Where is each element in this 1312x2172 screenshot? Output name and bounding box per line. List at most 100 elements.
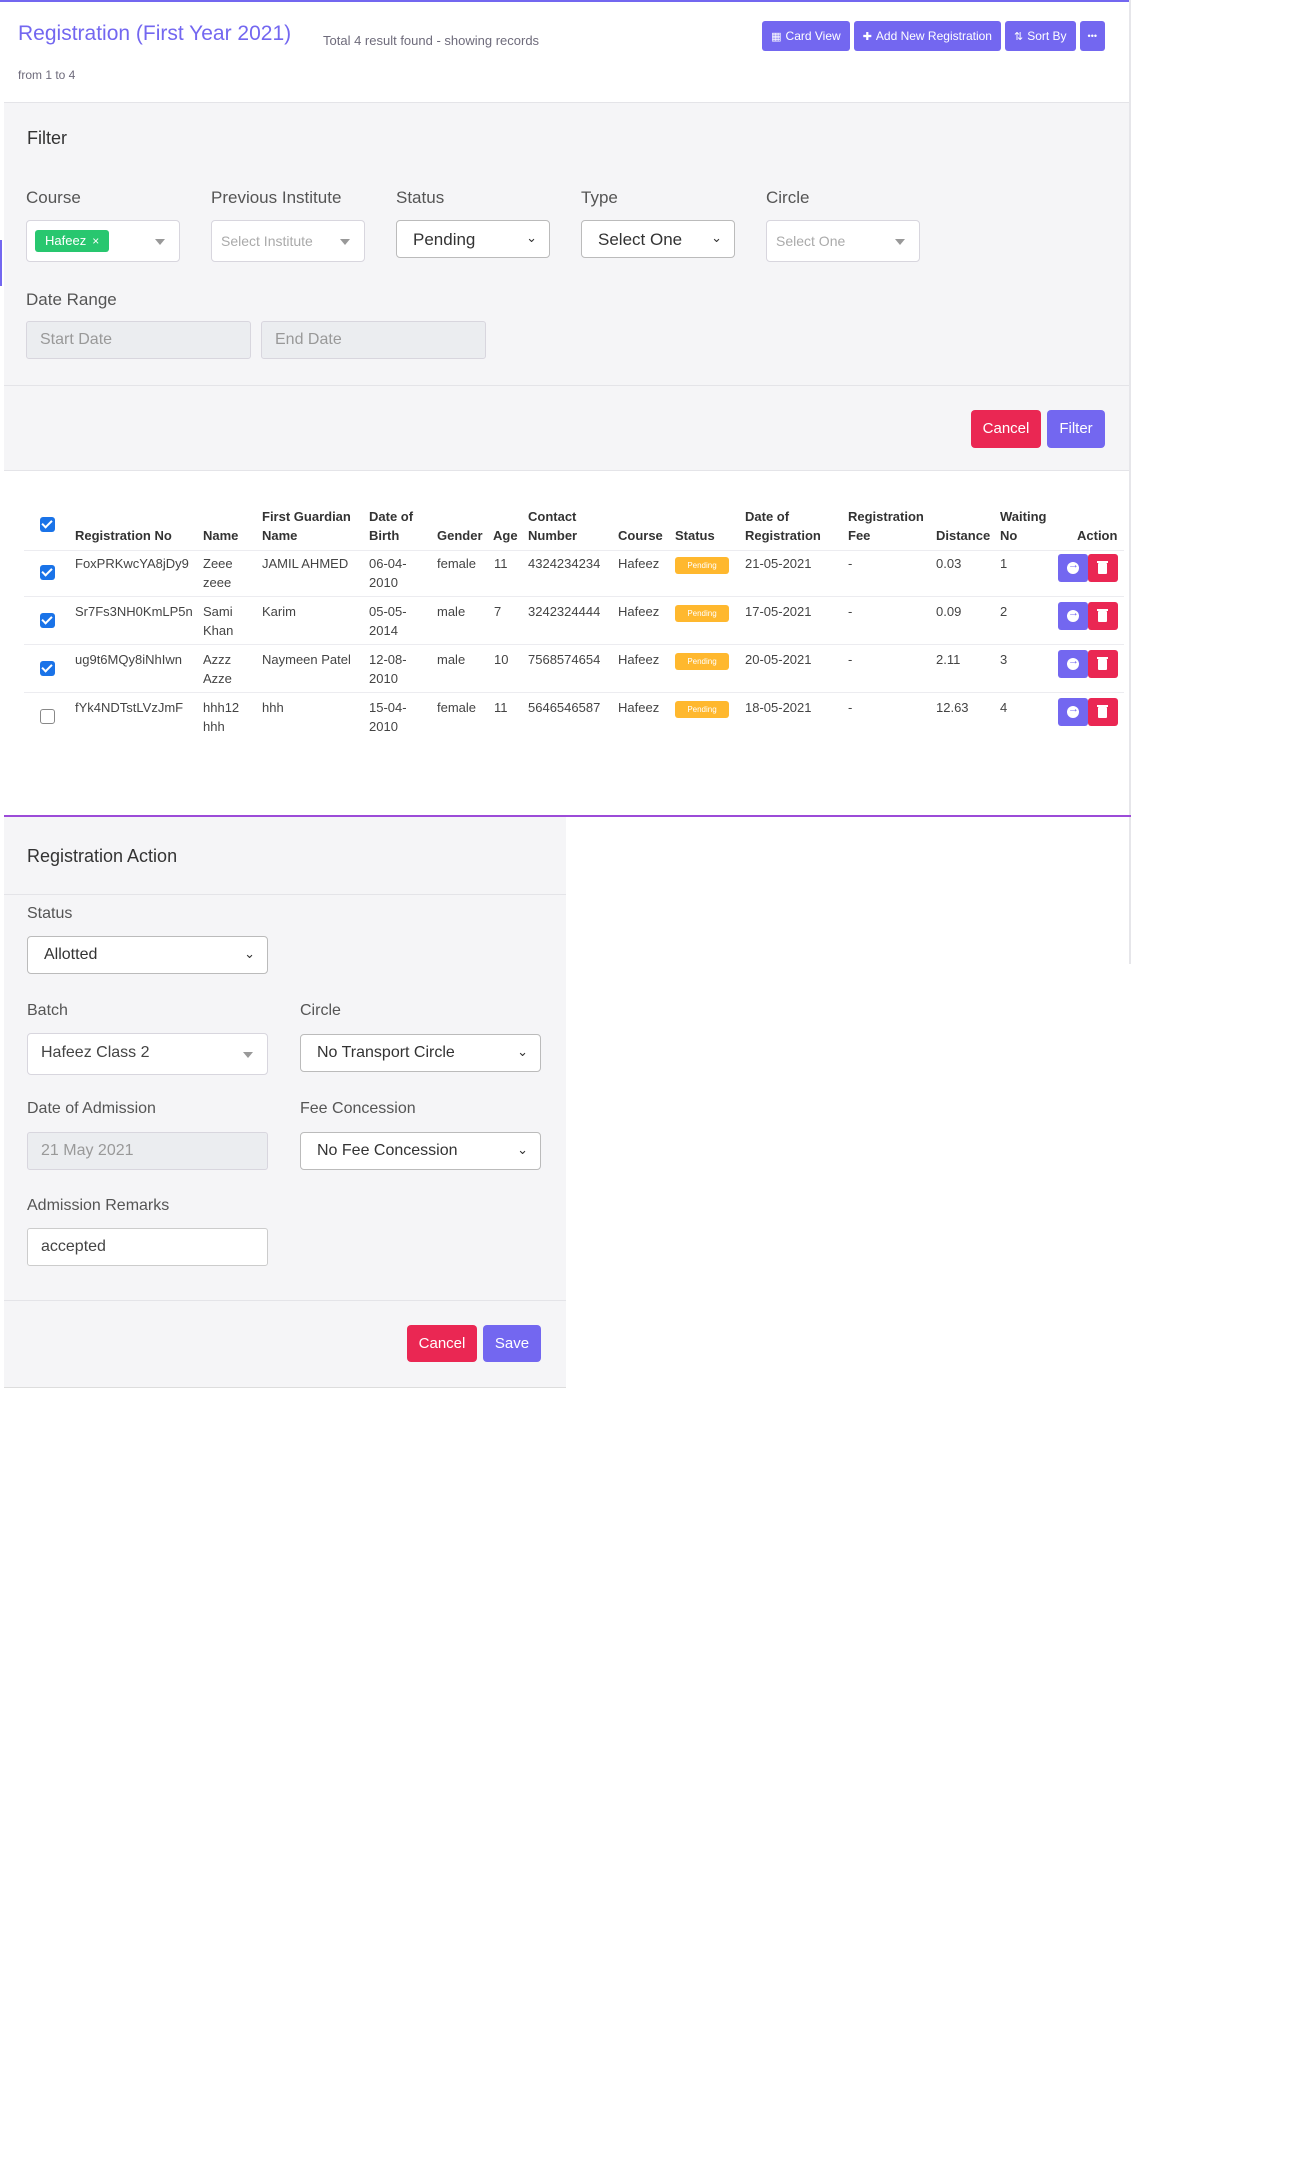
delete-row-button[interactable] <box>1088 650 1118 678</box>
cell-name-line2: zeee <box>203 575 232 590</box>
cell-registration-no: FoxPRKwcYA8jDy9 <box>75 556 189 571</box>
admission-remarks-input[interactable]: accepted <box>27 1228 268 1266</box>
row-checkbox[interactable] <box>40 709 55 724</box>
view-row-button[interactable] <box>1058 602 1088 630</box>
header-action: Action <box>1077 528 1118 543</box>
circle-select[interactable]: Select One <box>766 220 920 262</box>
cell-contact: 5646546587 <box>528 700 601 715</box>
previous-institute-select[interactable]: Select Institute <box>211 220 365 262</box>
date-of-admission-input[interactable]: 21 May 2021 <box>27 1132 268 1170</box>
view-row-button[interactable] <box>1058 554 1088 582</box>
header-fee-line2: Fee <box>848 528 871 543</box>
chevron-down-icon <box>243 1052 253 1058</box>
row-checkbox[interactable] <box>40 565 55 580</box>
end-date-placeholder: End Date <box>275 331 342 348</box>
cell-name: Zeee zeee <box>203 554 233 592</box>
header-waiting-no: Waiting No <box>1000 507 1046 545</box>
result-count-line2: from 1 to 4 <box>18 68 76 82</box>
cell-distance: 0.03 <box>936 556 962 571</box>
date-of-admission-value: 21 May 2021 <box>41 1142 134 1159</box>
remove-chip-icon[interactable]: × <box>92 234 99 248</box>
filter-cancel-button[interactable]: Cancel <box>971 410 1041 448</box>
add-registration-button[interactable]: ✚ Add New Registration <box>853 21 1001 51</box>
action-cancel-button[interactable]: Cancel <box>407 1325 477 1362</box>
select-all-checkbox[interactable] <box>40 517 55 532</box>
view-row-button[interactable] <box>1058 698 1088 726</box>
header-name: Name <box>203 528 239 543</box>
page: Registration (First Year 2021) Total 4 r… <box>0 0 1312 2172</box>
sort-by-button[interactable]: ⇅ Sort By <box>1004 21 1076 51</box>
cell-course: Hafeez <box>618 652 660 667</box>
cell-gender: female <box>437 700 477 715</box>
chevron-down-icon: ⌄ <box>244 946 255 961</box>
cell-dob: 05-05- 2014 <box>369 602 407 640</box>
registration-action-title: Registration Action <box>27 846 178 866</box>
action-status-value: Allotted <box>44 946 98 963</box>
header-contact-line1: Contact <box>528 509 577 524</box>
cell-registration-no: fYk4NDTstLVzJmF <box>75 700 184 715</box>
course-chip-label: Hafeez <box>45 233 87 248</box>
cell-waiting-no: 4 <box>1000 700 1008 715</box>
cell-name: hhh12 hhh <box>203 698 239 736</box>
header-first-guardian-line2: Name <box>262 528 298 543</box>
sort-by-label: Sort By <box>1027 29 1067 43</box>
more-options-button[interactable]: ••• <box>1079 21 1105 51</box>
status-select[interactable]: Pending ⌄ <box>396 220 550 258</box>
previous-institute-label: Previous Institute <box>211 188 342 207</box>
header-distance: Distance <box>936 528 991 543</box>
cell-registration-fee: - <box>848 556 853 571</box>
action-save-button[interactable]: Save <box>483 1325 541 1362</box>
action-circle-value: No Transport Circle <box>317 1044 455 1061</box>
chevron-down-icon: ⌄ <box>517 1142 528 1157</box>
circle-label: Circle <box>766 188 810 207</box>
action-status-select[interactable]: Allotted ⌄ <box>27 936 268 974</box>
cell-waiting-no: 2 <box>1000 604 1008 619</box>
cell-contact: 4324234234 <box>528 556 601 571</box>
sort-icon: ⇅ <box>1013 30 1024 43</box>
fee-concession-value: No Fee Concession <box>317 1142 458 1159</box>
cell-name-line2: Azze <box>203 671 232 686</box>
card-view-button[interactable]: ▦ Card View <box>762 21 850 51</box>
status-badge: Pending <box>675 653 729 670</box>
delete-row-button[interactable] <box>1088 698 1118 726</box>
cell-course: Hafeez <box>618 604 660 619</box>
row-checkbox[interactable] <box>40 613 55 628</box>
grid-icon: ▦ <box>771 30 782 43</box>
course-label: Course <box>26 188 81 207</box>
cell-name: Sami Khan <box>203 602 233 640</box>
batch-select[interactable]: Hafeez Class 2 <box>27 1033 268 1075</box>
course-chip[interactable]: Hafeez × <box>35 230 110 252</box>
header-waiting-line1: Waiting <box>1000 509 1047 524</box>
result-count-line1: Total 4 result found - showing records <box>323 33 540 48</box>
panel-border <box>1129 0 1131 964</box>
cell-date-of-registration: 21-05-2021 <box>745 556 812 571</box>
delete-row-button[interactable] <box>1088 554 1118 582</box>
cell-registration-no: ug9t6MQy8iNhIwn <box>75 652 182 667</box>
cell-gender: male <box>437 604 466 619</box>
cell-registration-fee: - <box>848 604 853 619</box>
cell-waiting-no: 1 <box>1000 556 1008 571</box>
action-circle-select[interactable]: No Transport Circle ⌄ <box>300 1034 541 1072</box>
header-gender: Gender <box>437 528 483 543</box>
institute-placeholder: Select Institute <box>221 233 313 249</box>
cell-dob-line1: 12-08- <box>369 652 407 667</box>
cell-dob-line2: 2010 <box>369 575 398 590</box>
status-badge: Pending <box>675 557 729 574</box>
header-fee-line1: Registration <box>848 509 924 524</box>
view-row-button[interactable] <box>1058 650 1088 678</box>
cell-contact: 3242324444 <box>528 604 601 619</box>
action-circle-label: Circle <box>300 1002 341 1019</box>
fee-concession-select[interactable]: No Fee Concession ⌄ <box>300 1132 541 1170</box>
course-select[interactable]: Hafeez × <box>26 220 180 262</box>
action-status-label: Status <box>27 905 73 922</box>
delete-row-button[interactable] <box>1088 602 1118 630</box>
start-date-input[interactable]: Start Date <box>26 321 251 359</box>
type-select[interactable]: Select One ⌄ <box>581 220 735 258</box>
header-doreg-line1: Date of <box>745 509 790 524</box>
chevron-down-icon <box>340 239 350 245</box>
filter-apply-button[interactable]: Filter <box>1047 410 1105 448</box>
end-date-input[interactable]: End Date <box>261 321 486 359</box>
row-checkbox[interactable] <box>40 661 55 676</box>
cell-age: 10 <box>494 652 509 667</box>
cell-registration-fee: - <box>848 652 853 667</box>
